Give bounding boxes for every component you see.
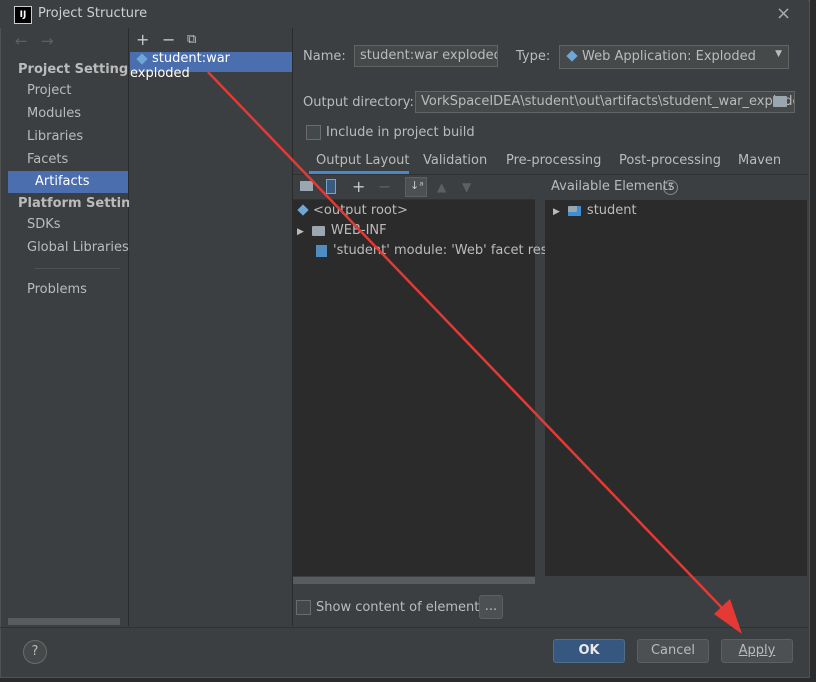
annotation-arrow — [207, 71, 742, 634]
arrow-shaft — [207, 71, 725, 611]
